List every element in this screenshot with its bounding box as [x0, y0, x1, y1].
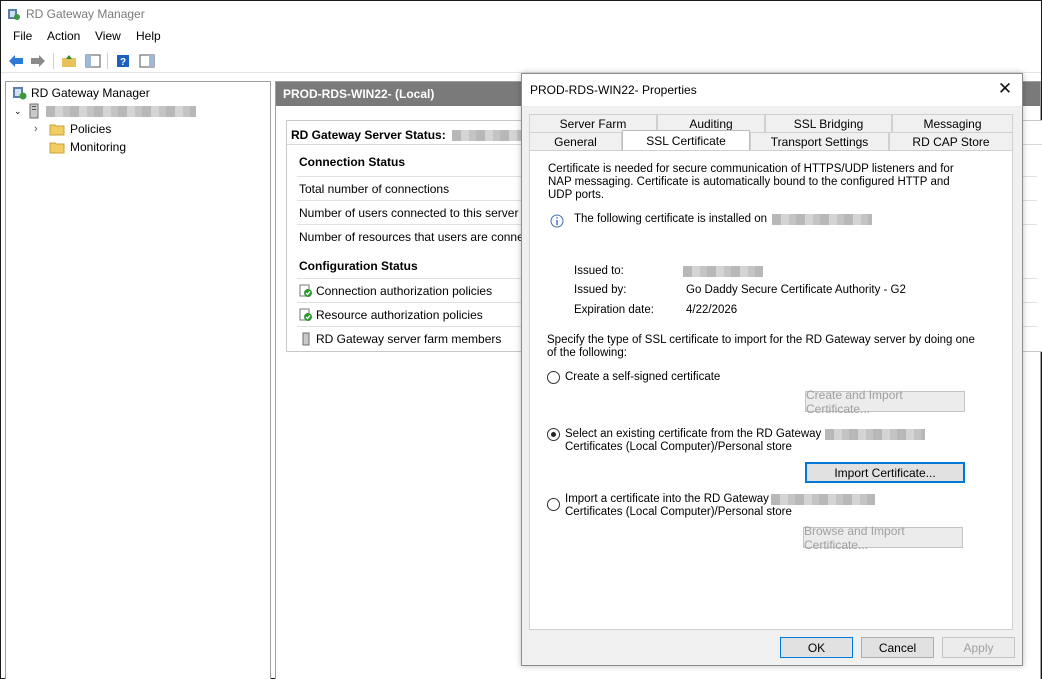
tab-rd-cap-store[interactable]: RD CAP Store: [889, 132, 1013, 150]
option-select-existing-label: Select an existing certificate from the …: [565, 428, 822, 440]
stat-label: Total number of connections: [299, 181, 450, 196]
svg-text:?: ?: [120, 57, 126, 68]
menu-action[interactable]: Action: [45, 29, 82, 43]
window-title: RD Gateway Manager: [26, 7, 145, 21]
redacted-server-name: [825, 429, 926, 440]
tab-transport-settings[interactable]: Transport Settings: [750, 132, 889, 150]
redacted-issued-to: [683, 266, 763, 277]
tab-ssl-certificate[interactable]: SSL Certificate: [622, 130, 750, 150]
tab-messaging[interactable]: Messaging: [892, 114, 1013, 132]
issued-to-label: Issued to:: [574, 265, 624, 277]
forward-arrow-icon[interactable]: [28, 51, 48, 71]
tab-ssl-bridging[interactable]: SSL Bridging: [765, 114, 892, 132]
redacted-server-name: [451, 129, 532, 141]
menu-view[interactable]: View: [93, 29, 123, 43]
rd-gateway-manager-window: RD Gateway Manager File Action View Help…: [0, 0, 1042, 679]
show-hide-console-tree-icon[interactable]: [83, 51, 103, 71]
installed-on-label: The following certificate is installed o…: [574, 213, 768, 225]
redacted-server-name: [772, 214, 873, 225]
back-arrow-icon[interactable]: [6, 51, 26, 71]
option-import-into-label: Import a certificate into the RD Gateway: [565, 493, 769, 505]
server-icon: [29, 103, 39, 119]
up-folder-icon[interactable]: [59, 51, 79, 71]
tree-root-rd-gateway-manager[interactable]: RD Gateway Manager: [12, 84, 150, 102]
close-icon[interactable]: ✕: [996, 80, 1014, 98]
toolbar-separator: [53, 53, 54, 69]
option-select-existing-line2: Certificates (Local Computer)/Personal s…: [565, 441, 792, 453]
toolbar-separator: [107, 53, 108, 69]
stat-label: Number of resources that users are conne: [299, 229, 524, 244]
server-status-label: RD Gateway Server Status:: [291, 128, 446, 142]
radio-import-into-store[interactable]: [547, 498, 560, 511]
menu-file[interactable]: File: [11, 29, 34, 43]
menu-bar: File Action View Help: [1, 27, 1041, 47]
tree-item-monitoring[interactable]: Monitoring: [49, 138, 126, 156]
option-import-into-line1[interactable]: Import a certificate into the RD Gateway: [565, 493, 875, 506]
policy-check-icon: [299, 284, 312, 297]
connection-status-heading: Connection Status: [299, 155, 406, 169]
specify-text: Specify the type of SSL certificate to i…: [547, 334, 975, 359]
tree-item-label: Monitoring: [70, 140, 127, 154]
dialog-title-bar: PROD-RDS-WIN22- Properties ✕: [522, 74, 1022, 106]
info-icon: [550, 214, 564, 228]
create-and-import-button[interactable]: Create and Import Certificate...: [805, 388, 965, 416]
tree-root-label: RD Gateway Manager: [31, 86, 150, 100]
redacted-server-name: [770, 494, 875, 505]
browse-and-import-button[interactable]: Browse and Import Certificate...: [803, 524, 963, 552]
radio-select-existing[interactable]: [547, 428, 560, 441]
menu-help[interactable]: Help: [134, 29, 163, 43]
issued-by-label: Issued by:: [574, 284, 627, 296]
dialog-title: PROD-RDS-WIN22- Properties: [530, 83, 697, 97]
config-label: RD Gateway server farm members: [316, 331, 502, 346]
expiration-label: Expiration date:: [574, 304, 654, 316]
apply-button[interactable]: Apply: [942, 637, 1015, 658]
chevron-down-icon[interactable]: ⌄: [14, 106, 26, 117]
rd-gateway-manager-icon: [13, 87, 27, 100]
folder-icon: [49, 124, 65, 136]
installed-on-line: The following certificate is installed o…: [574, 213, 873, 226]
tree-item-policies[interactable]: › Policies: [34, 120, 111, 138]
toolbar: ?: [1, 49, 1041, 73]
intro-text: Certificate is needed for secure communi…: [548, 163, 954, 201]
expiration-value: 4/22/2026: [686, 304, 738, 316]
ssl-certificate-panel: Certificate is needed for secure communi…: [529, 150, 1013, 630]
stat-label: Number of users connected to this server: [299, 205, 519, 220]
chevron-right-icon[interactable]: ›: [34, 123, 44, 135]
issued-by-value: Go Daddy Secure Certificate Authority - …: [686, 284, 906, 296]
import-certificate-button[interactable]: Import Certificate...: [805, 462, 965, 483]
option-select-existing-line1[interactable]: Select an existing certificate from the …: [565, 428, 926, 441]
properties-dialog: PROD-RDS-WIN22- Properties ✕ Server Farm…: [521, 73, 1023, 666]
redacted-server-name: [46, 105, 196, 117]
rd-gateway-app-icon: [8, 9, 20, 20]
tab-general[interactable]: General: [529, 132, 622, 150]
tree-item-label: Policies: [70, 122, 112, 136]
help-icon[interactable]: ?: [113, 51, 133, 71]
console-tree: RD Gateway Manager ⌄ › Policies Monitori…: [5, 81, 271, 679]
server-icon: [302, 332, 310, 345]
cancel-button[interactable]: Cancel: [861, 637, 934, 658]
radio-self-signed[interactable]: [547, 371, 560, 384]
folder-icon: [49, 142, 65, 154]
tree-server-node[interactable]: ⌄: [14, 102, 196, 120]
ok-button[interactable]: OK: [780, 637, 853, 658]
policy-check-icon: [299, 308, 312, 321]
configuration-status-heading: Configuration Status: [299, 259, 418, 273]
show-action-pane-icon[interactable]: [137, 51, 157, 71]
config-label: Connection authorization policies: [316, 283, 493, 298]
option-self-signed-label[interactable]: Create a self-signed certificate: [565, 371, 720, 384]
option-import-into-line2: Certificates (Local Computer)/Personal s…: [565, 506, 792, 518]
title-bar: RD Gateway Manager: [1, 1, 1041, 27]
config-label: Resource authorization policies: [316, 307, 483, 322]
